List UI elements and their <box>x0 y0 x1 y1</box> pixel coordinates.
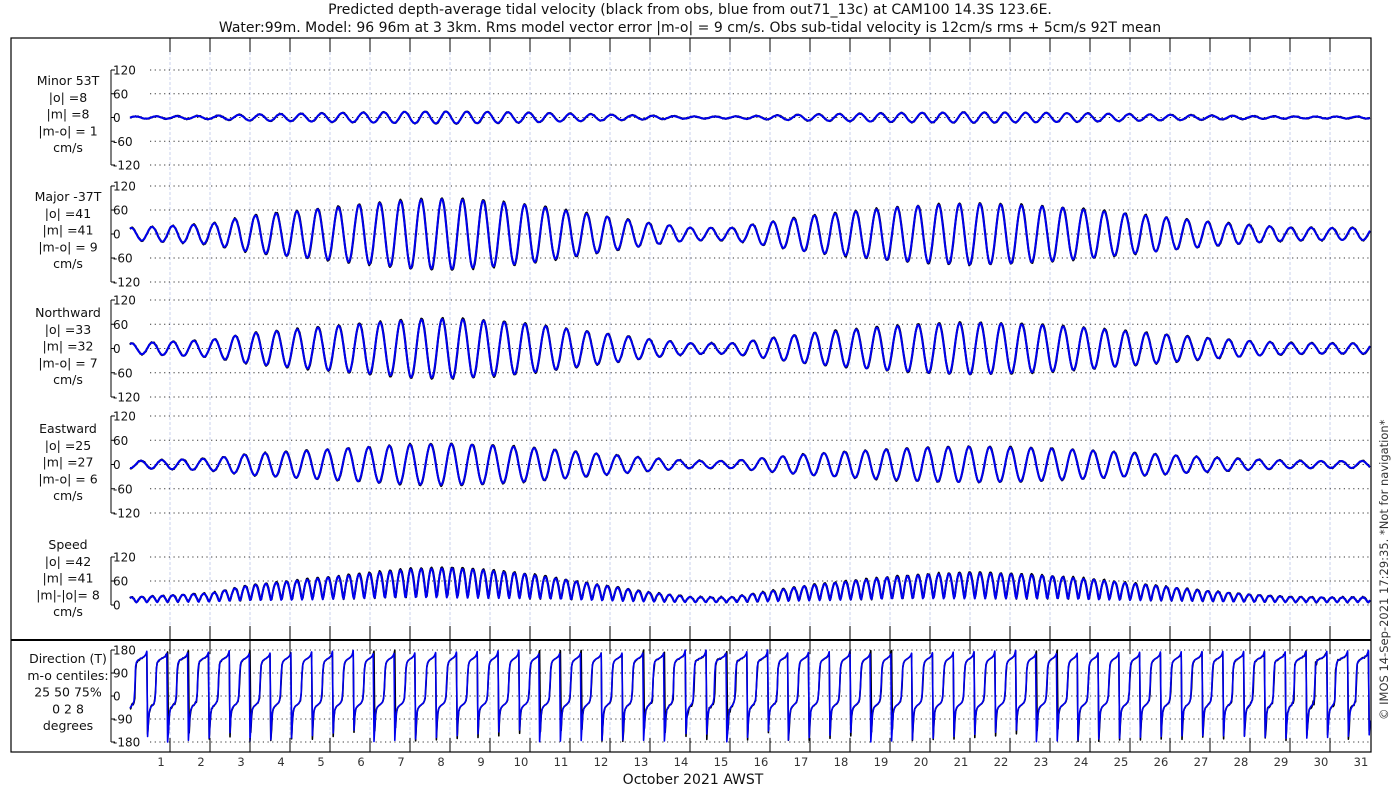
panel-stat-label: |m| =41 <box>43 571 94 586</box>
panel-stat-label: cm/s <box>53 604 83 619</box>
x-tick-label: 3 <box>237 755 244 769</box>
x-tick-label: 15 <box>714 755 729 769</box>
panel-stat-label: Direction (T) <box>29 651 107 666</box>
x-tick-label: 23 <box>1034 755 1049 769</box>
panel-stat-label: m-o centiles: <box>27 668 108 683</box>
y-tick-label: -120 <box>113 507 140 521</box>
title-line-2: Water:99m. Model: 96 96m at 3 3km. Rms m… <box>219 20 1161 36</box>
y-tick-label: -180 <box>113 736 140 750</box>
y-tick-label: 60 <box>113 87 128 101</box>
panel-stat-label: cm/s <box>53 140 83 155</box>
panel-stat-label: cm/s <box>53 372 83 387</box>
x-tick-label: 11 <box>554 755 569 769</box>
y-tick-label: 120 <box>113 180 136 194</box>
copyright-note: © IMOS 14-Sep-2021 17:29:35. *Not for na… <box>1377 419 1391 720</box>
y-tick-label: -120 <box>113 391 140 405</box>
panel-stat-label: Minor 53T <box>37 73 100 88</box>
panel-stat-label: Northward <box>35 305 101 320</box>
x-tick-label: 30 <box>1314 755 1329 769</box>
y-tick-label: 60 <box>113 575 128 589</box>
model-series-speed <box>129 567 1371 604</box>
y-tick-label: 180 <box>113 644 136 658</box>
y-tick-label: -60 <box>113 252 133 266</box>
x-tick-label: 7 <box>397 755 404 769</box>
x-tick-label: 14 <box>674 755 689 769</box>
x-tick-label: 13 <box>634 755 649 769</box>
y-tick-label: 120 <box>113 294 136 308</box>
panel-stat-label: |m| =41 <box>43 223 94 238</box>
y-tick-label: -120 <box>113 276 140 290</box>
tidal-velocity-figure: Predicted depth-average tidal velocity (… <box>10 2 1391 788</box>
panel-stat-label: 0 2 8 <box>52 701 84 716</box>
y-tick-label: 0 <box>113 458 121 472</box>
x-tick-label: 20 <box>914 755 929 769</box>
x-tick-label: 16 <box>754 755 769 769</box>
panel-stat-label: |m-o| = 9 <box>38 239 97 254</box>
panel-stat-label: |m|-|o|= 8 <box>36 587 100 602</box>
panel-stat-label: |o| =41 <box>45 206 91 221</box>
x-tick-label: 17 <box>794 755 809 769</box>
y-tick-label: -90 <box>113 713 133 727</box>
y-tick-label: 0 <box>113 228 121 242</box>
x-tick-label: 28 <box>1234 755 1249 769</box>
panel-direction: Direction (T) m-o centiles: 25 50 75%0 2 8… <box>27 644 1371 750</box>
figure-frame <box>10 37 1372 753</box>
y-tick-label: 0 <box>113 690 121 704</box>
y-tick-label: -120 <box>113 159 140 173</box>
panel-stat-label: Eastward <box>39 421 97 436</box>
panel-stat-label: |m| =8 <box>47 107 90 122</box>
x-axis-label: October 2021 AWST <box>623 772 764 788</box>
panel-stat-label: Major -37T <box>35 189 102 204</box>
panel-stat-label: cm/s <box>53 256 83 271</box>
panel-stat-label: 25 50 75% <box>34 685 102 700</box>
panel-stat-label: |m-o| = 7 <box>38 355 97 370</box>
panel-stat-label: |m-o| = 1 <box>38 123 97 138</box>
x-tick-label: 24 <box>1074 755 1089 769</box>
x-tick-label: 10 <box>514 755 529 769</box>
y-tick-label: 0 <box>113 111 121 125</box>
panel-stat-label: degrees <box>43 718 93 733</box>
x-tick-label: 2 <box>197 755 204 769</box>
panel-stat-label: |o| =8 <box>49 90 88 105</box>
x-tick-label: 1 <box>157 755 164 769</box>
panel-stat-label: |o| =42 <box>45 554 91 569</box>
y-tick-label: 90 <box>113 667 128 681</box>
y-tick-label: 60 <box>113 434 128 448</box>
x-tick-label: 18 <box>834 755 849 769</box>
y-tick-label: 120 <box>113 410 136 424</box>
panel-stat-label: |o| =25 <box>45 438 91 453</box>
x-tick-label: 19 <box>874 755 889 769</box>
x-tick-label: 5 <box>317 755 324 769</box>
x-tick-label: 8 <box>437 755 444 769</box>
x-tick-label: 26 <box>1154 755 1169 769</box>
x-tick-label: 4 <box>277 755 284 769</box>
x-tick-label: 29 <box>1274 755 1289 769</box>
x-tick-label: 12 <box>594 755 609 769</box>
panel-stat-label: cm/s <box>53 488 83 503</box>
y-tick-label: -60 <box>113 482 133 496</box>
y-tick-label: 0 <box>113 342 121 356</box>
y-tick-label: 120 <box>113 64 136 78</box>
y-tick-label: -60 <box>113 366 133 380</box>
x-tick-label: 27 <box>1194 755 1209 769</box>
panel-stat-label: |o| =33 <box>45 322 91 337</box>
y-tick-label: 120 <box>113 551 136 565</box>
title-line-1: Predicted depth-average tidal velocity (… <box>328 2 1052 18</box>
panel-stat-label: Speed <box>48 537 87 552</box>
x-tick-label: 31 <box>1354 755 1369 769</box>
panel-stat-label: |m-o| = 6 <box>38 471 97 486</box>
panel-stat-label: |m| =27 <box>43 455 94 470</box>
y-tick-label: -60 <box>113 135 133 149</box>
y-tick-label: 60 <box>113 204 128 218</box>
x-tick-label: 25 <box>1114 755 1129 769</box>
x-tick-label: 9 <box>477 755 484 769</box>
y-tick-label: 60 <box>113 318 128 332</box>
x-tick-label: 22 <box>994 755 1009 769</box>
x-tick-label: 21 <box>954 755 969 769</box>
y-tick-label: 0 <box>113 599 121 613</box>
panel-stat-label: |m| =32 <box>43 339 94 354</box>
x-tick-label: 6 <box>357 755 364 769</box>
